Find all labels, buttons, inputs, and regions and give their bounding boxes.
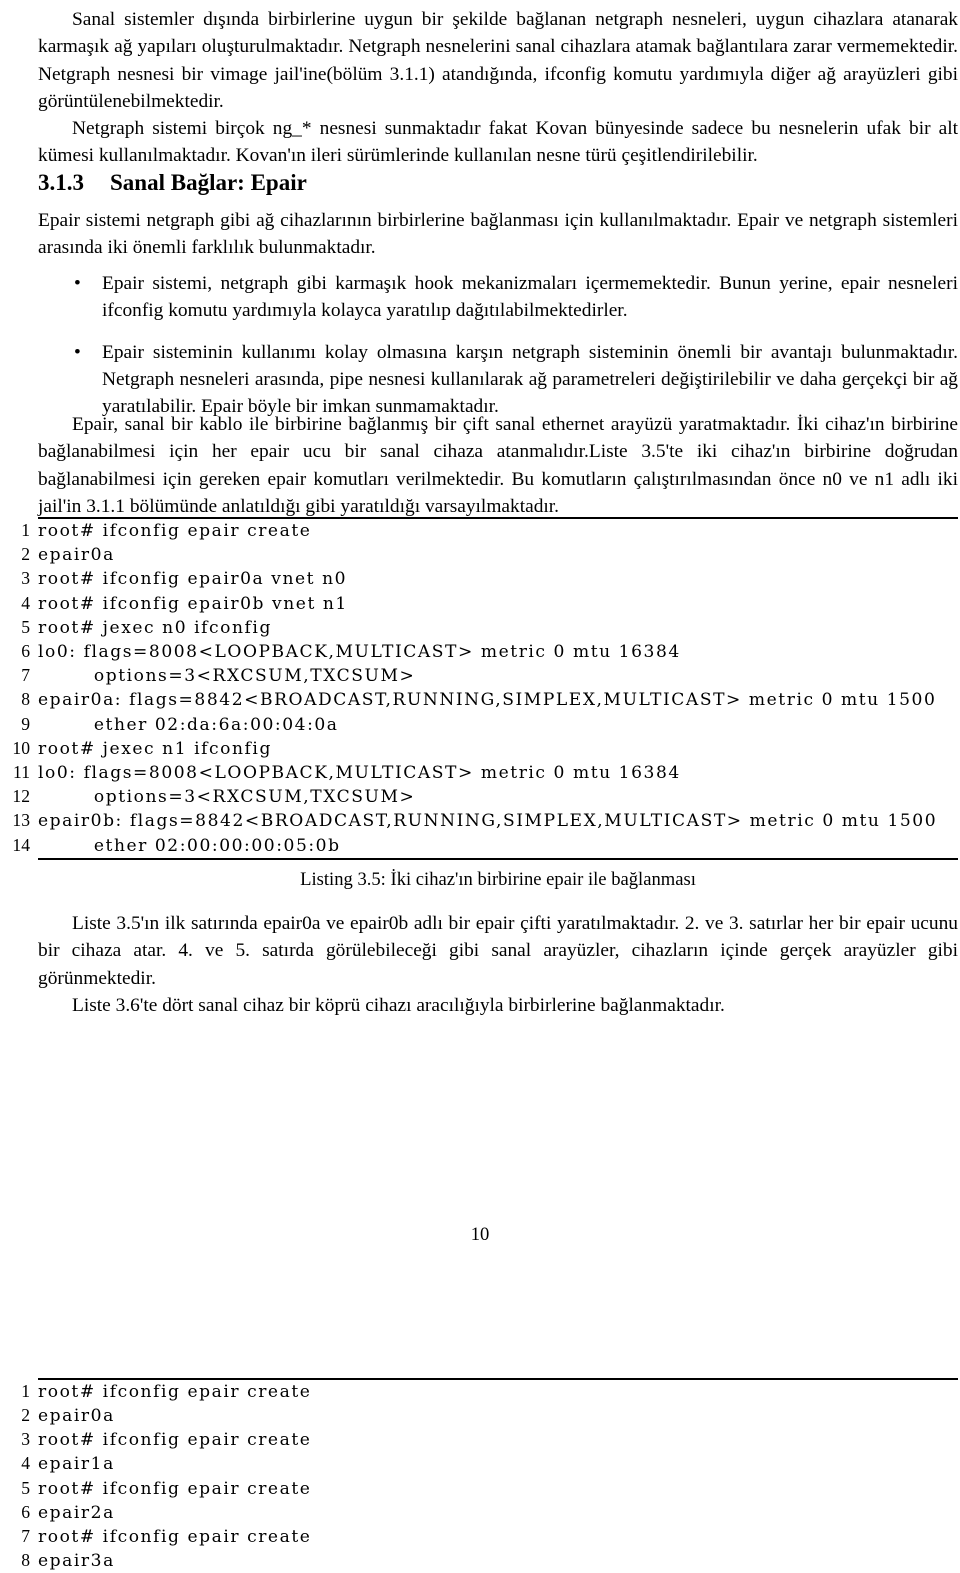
intro-block: Sanal sistemler dışında birbirlerine uyg… — [38, 6, 958, 170]
listing-bottom-rule — [38, 857, 958, 860]
code-line-text: epair0a — [38, 1406, 115, 1427]
code-line-number: 4 — [21, 592, 30, 613]
code-line: 11 lo0: flags=8008<LOOPBACK,MULTICAST> m… — [13, 761, 958, 785]
section-title: Sanal Bağlar: Epair — [110, 170, 307, 195]
code-line-number: 8 — [21, 689, 30, 710]
after-listing-block: Liste 3.5'ın ilk satırında epair0a ve ep… — [38, 910, 958, 1019]
section-heading: 3.1.3 Sanal Bağlar: Epair — [38, 168, 958, 197]
code-line-text: ether 02:da:6a:00:04:0a — [38, 714, 339, 735]
listing-3-6: 1 root# ifconfig epair create 2 epair0a … — [21, 1377, 958, 1573]
code-line: 12 options=3<RXCSUM,TXCSUM> — [12, 785, 958, 809]
section-number: 3.1.3 — [38, 170, 84, 195]
code-line-number: 8 — [21, 1550, 30, 1571]
code-line-text: epair0a — [38, 545, 115, 566]
code-line-number: 9 — [21, 713, 30, 734]
code-line-number: 2 — [21, 1405, 30, 1426]
code-line-text: epair0b: flags=8842<BROADCAST,RUNNING,SI… — [38, 811, 938, 832]
code-line-text: root# ifconfig epair create — [38, 1381, 312, 1402]
code-line-text: epair0a: flags=8842<BROADCAST,RUNNING,SI… — [38, 690, 937, 711]
code-line: 4 root# ifconfig epair0b vnet n1 — [21, 592, 958, 616]
document-page: Sanal sistemler dışında birbirlerine uyg… — [0, 0, 960, 1571]
code-line-text: options=3<RXCSUM,TXCSUM> — [38, 666, 416, 687]
code-line-text: root# jexec n1 ifconfig — [38, 738, 272, 759]
code-line-text: lo0: flags=8008<LOOPBACK,MULTICAST> metr… — [38, 642, 681, 663]
code-line-text: root# ifconfig epair create — [38, 1430, 312, 1451]
code-line: 14 ether 02:00:00:00:05:0b — [12, 834, 958, 858]
code-line-text: ether 02:00:00:00:05:0b — [38, 835, 341, 856]
code-line: 8 epair0a: flags=8842<BROADCAST,RUNNING,… — [21, 688, 958, 712]
code-line: 9 ether 02:da:6a:00:04:0a — [21, 713, 958, 737]
code-line-number: 12 — [12, 786, 30, 807]
code-line-number: 6 — [21, 1501, 30, 1522]
code-line-number: 6 — [21, 641, 30, 662]
code-line-number: 5 — [21, 1477, 30, 1498]
code-line: 6 epair2a — [21, 1501, 958, 1525]
list-item-text: Epair sisteminin kullanımı kolay olmasın… — [102, 341, 958, 418]
code-line-text: root# jexec n0 ifconfig — [38, 617, 272, 638]
code-line: 1 root# ifconfig epair create — [21, 519, 958, 543]
list-item: • Epair sisteminin kullanımı kolay olması… — [74, 339, 958, 421]
listing-3-6-lines: 1 root# ifconfig epair create 2 epair0a … — [21, 1380, 958, 1573]
section-paragraph-2: Epair, sanal bir kablo ile birbirine bağ… — [38, 414, 958, 517]
intro-paragraph-2: Netgraph sistemi birçok ng_* nesnesi sun… — [38, 118, 958, 167]
code-line-number: 14 — [12, 834, 30, 855]
code-line: 5 root# ifconfig epair create — [21, 1477, 958, 1501]
after-listing-paragraph-1: Liste 3.5'ın ilk satırında epair0a ve ep… — [38, 913, 958, 989]
code-line-number: 4 — [21, 1453, 30, 1474]
code-line: 6 lo0: flags=8008<LOOPBACK,MULTICAST> me… — [21, 640, 958, 664]
code-line-number: 11 — [13, 762, 30, 783]
code-line-text: root# ifconfig epair0b vnet n1 — [38, 593, 348, 614]
code-line-text: options=3<RXCSUM,TXCSUM> — [38, 787, 416, 808]
code-line: 1 root# ifconfig epair create — [21, 1380, 958, 1404]
after-listing-paragraph-2: Liste 3.6'te dört sanal cihaz bir köprü … — [72, 994, 725, 1016]
code-line: 5 root# jexec n0 ifconfig — [21, 616, 958, 640]
code-line: 4 epair1a — [21, 1452, 958, 1476]
listing-caption: Listing 3.5: İki cihaz'ın birbirine epai… — [300, 868, 696, 890]
code-line: 3 root# ifconfig epair create — [21, 1428, 958, 1452]
listing-3-5: 1 root# ifconfig epair create 2 epair0a … — [12, 517, 958, 892]
code-line-number: 7 — [21, 665, 30, 686]
code-line-number: 1 — [21, 520, 30, 540]
code-line-text: lo0: flags=8008<LOOPBACK,MULTICAST> metr… — [38, 763, 681, 784]
code-line-number: 3 — [21, 1429, 30, 1450]
code-line-number: 7 — [21, 1526, 30, 1547]
code-line-text: root# ifconfig epair create — [38, 1478, 312, 1499]
code-line-number: 3 — [21, 568, 30, 589]
section-paragraph-2-block: Epair, sanal bir kablo ile birbirine bağ… — [38, 411, 958, 520]
bullet-icon: • — [74, 273, 81, 294]
code-line-number: 2 — [21, 544, 30, 565]
code-line: 8 epair3a — [21, 1549, 958, 1573]
code-line: 7 root# ifconfig epair create — [21, 1525, 958, 1549]
code-line-number: 1 — [21, 1380, 30, 1401]
code-line-text: epair1a — [38, 1454, 115, 1475]
page-number: 10 — [470, 1224, 490, 1245]
listing-3-5-lines: 1 root# ifconfig epair create 2 epair0a … — [12, 519, 958, 858]
section-paragraph-1-block: Epair sistemi netgraph gibi ağ cihazları… — [38, 207, 958, 262]
list-item: • Epair sistemi, netgraph gibi karmaşık h… — [74, 270, 958, 325]
code-line-text: epair2a — [38, 1502, 115, 1523]
code-line: 13 epair0b: flags=8842<BROADCAST,RUNNING… — [12, 809, 958, 833]
bullet-icon: • — [74, 341, 81, 363]
code-line-text: root# ifconfig epair create — [38, 1527, 312, 1548]
list-item-text: Epair sistemi, netgraph gibi karmaşık ho… — [102, 273, 958, 322]
section-paragraph-1: Epair sistemi netgraph gibi ağ cihazları… — [38, 210, 958, 259]
code-line: 10 root# jexec n1 ifconfig — [12, 737, 958, 761]
intro-paragraph-1: Sanal sistemler dışında birbirlerine uyg… — [38, 9, 958, 112]
code-line: 7 options=3<RXCSUM,TXCSUM> — [21, 664, 958, 688]
code-line-text: epair3a — [38, 1551, 115, 1572]
code-line: 2 epair0a — [21, 543, 958, 567]
code-line-number: 13 — [12, 810, 30, 831]
code-line-number: 5 — [21, 616, 30, 637]
code-line-number: 10 — [12, 737, 30, 758]
code-line: 3 root# ifconfig epair0a vnet n0 — [21, 567, 958, 591]
code-line-text: root# ifconfig epair0a vnet n0 — [38, 569, 348, 590]
code-line: 2 epair0a — [21, 1404, 958, 1428]
code-line-text: root# ifconfig epair create — [38, 521, 312, 541]
section-bullet-list: • Epair sistemi, netgraph gibi karmaşık h… — [38, 270, 958, 420]
